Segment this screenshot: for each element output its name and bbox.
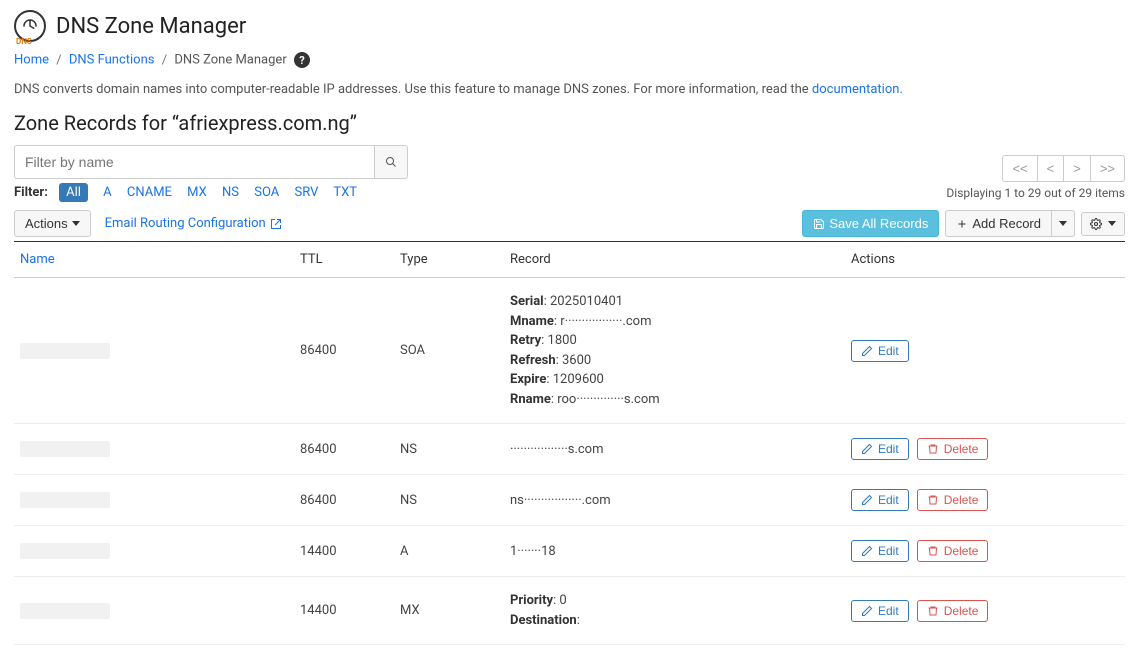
pager-next-button[interactable]: > xyxy=(1063,155,1091,182)
edit-button[interactable]: Edit xyxy=(851,438,909,460)
pencil-icon xyxy=(861,345,873,357)
col-header-name[interactable]: Name xyxy=(14,242,294,278)
pencil-icon xyxy=(861,443,873,455)
filter-type-cname[interactable]: CNAME xyxy=(127,185,172,200)
breadcrumb: Home / DNS Functions / DNS Zone Manager … xyxy=(14,52,1125,68)
intro-text: DNS converts domain names into computer-… xyxy=(14,82,1125,97)
plus-icon xyxy=(956,218,968,230)
help-icon[interactable]: ? xyxy=(294,52,310,68)
save-icon xyxy=(813,218,825,230)
cell-name xyxy=(14,526,294,577)
cell-name xyxy=(14,577,294,645)
cell-type: SOA xyxy=(394,278,504,424)
col-header-type: Type xyxy=(394,242,504,278)
cell-record: ·················s.com xyxy=(504,424,845,475)
cell-ttl: 14400 xyxy=(294,526,394,577)
cell-record: 1​·······18 xyxy=(504,526,845,577)
cell-record: Priority: 0Destination: xyxy=(504,577,845,645)
add-record-dropdown-button[interactable] xyxy=(1052,210,1075,237)
trash-icon xyxy=(927,494,939,506)
cell-name xyxy=(14,424,294,475)
actions-dropdown-button[interactable]: Actions xyxy=(14,210,91,237)
cell-name xyxy=(14,278,294,424)
cell-type: NS xyxy=(394,475,504,526)
col-header-record: Record xyxy=(504,242,845,278)
filter-type-a[interactable]: A xyxy=(103,185,111,200)
delete-button[interactable]: Delete xyxy=(917,438,989,460)
filter-search-button[interactable] xyxy=(374,145,408,179)
delete-button[interactable]: Delete xyxy=(917,489,989,511)
table-row: 86400NSns​·················.com Edit Delet… xyxy=(14,475,1125,526)
pager: <<<>>> xyxy=(946,155,1125,182)
dns-zone-icon: DNS xyxy=(14,10,46,42)
cell-type: NS xyxy=(394,424,504,475)
filter-input[interactable] xyxy=(14,145,374,179)
cell-record: Serial: 2025010401Mname: r​·············… xyxy=(504,278,845,424)
trash-icon xyxy=(927,443,939,455)
pager-prev-button[interactable]: < xyxy=(1037,155,1065,182)
delete-button[interactable]: Delete xyxy=(917,540,989,562)
pencil-icon xyxy=(861,545,873,557)
save-all-records-button[interactable]: Save All Records xyxy=(802,210,939,237)
pager-status: Displaying 1 to 29 out of 29 items xyxy=(946,186,1125,200)
filter-type-soa[interactable]: SOA xyxy=(254,185,279,200)
filter-type-ns[interactable]: NS xyxy=(222,185,239,200)
chevron-down-icon xyxy=(1108,221,1116,226)
table-row: 86400NS·················s.com Edit Delete xyxy=(14,424,1125,475)
edit-button[interactable]: Edit xyxy=(851,600,909,622)
cell-ttl: 14400 xyxy=(294,577,394,645)
cell-ttl: 86400 xyxy=(294,475,394,526)
cell-actions: Edit Delete xyxy=(845,526,1125,577)
edit-button[interactable]: Edit xyxy=(851,540,909,562)
filter-type-mx[interactable]: MX xyxy=(187,185,207,200)
cell-type: MX xyxy=(394,577,504,645)
col-header-ttl: TTL xyxy=(294,242,394,278)
breadcrumb-dns-functions[interactable]: DNS Functions xyxy=(69,53,155,68)
filter-type-srv[interactable]: SRV xyxy=(295,185,319,200)
add-record-button[interactable]: Add Record xyxy=(945,210,1052,237)
documentation-link[interactable]: documentation xyxy=(812,82,900,97)
trash-icon xyxy=(927,605,939,617)
cell-actions: Edit Delete xyxy=(845,577,1125,645)
cell-name xyxy=(14,475,294,526)
chevron-down-icon xyxy=(72,221,80,226)
col-header-actions: Actions xyxy=(845,242,1125,278)
email-routing-link[interactable]: Email Routing Configuration xyxy=(105,216,282,231)
cell-actions: Edit Delete xyxy=(845,475,1125,526)
breadcrumb-current: DNS Zone Manager xyxy=(174,53,286,68)
table-row: 86400SOASerial: 2025010401Mname: r​·····… xyxy=(14,278,1125,424)
settings-dropdown-button[interactable] xyxy=(1081,212,1125,236)
table-row: 14400A1​·······18 Edit Delete xyxy=(14,526,1125,577)
trash-icon xyxy=(927,545,939,557)
edit-button[interactable]: Edit xyxy=(851,489,909,511)
section-title: Zone Records for “afriexpress.com.ng” xyxy=(14,111,1125,135)
pencil-icon xyxy=(861,605,873,617)
pager-last-button[interactable]: >> xyxy=(1090,155,1125,182)
delete-button[interactable]: Delete xyxy=(917,600,989,622)
zone-records-table: Name TTL Type Record Actions 86400SOASer… xyxy=(14,241,1125,645)
filter-label: Filter: xyxy=(14,185,48,200)
gear-icon xyxy=(1090,218,1102,230)
breadcrumb-home[interactable]: Home xyxy=(14,53,49,68)
table-row: 14400MXPriority: 0Destination: Edit Delet… xyxy=(14,577,1125,645)
cell-actions: Edit Delete xyxy=(845,424,1125,475)
external-link-icon xyxy=(270,218,282,230)
filter-type-all[interactable]: All xyxy=(59,183,88,202)
cell-actions: Edit xyxy=(845,278,1125,424)
pager-first-button[interactable]: << xyxy=(1002,155,1037,182)
chevron-down-icon xyxy=(1059,221,1067,226)
pencil-icon xyxy=(861,494,873,506)
cell-ttl: 86400 xyxy=(294,424,394,475)
cell-ttl: 86400 xyxy=(294,278,394,424)
filter-type-txt[interactable]: TXT xyxy=(333,185,357,200)
edit-button[interactable]: Edit xyxy=(851,340,909,362)
cell-type: A xyxy=(394,526,504,577)
page-title: DNS Zone Manager xyxy=(56,14,246,39)
cell-record: ns​·················.com xyxy=(504,475,845,526)
search-icon xyxy=(385,156,397,168)
